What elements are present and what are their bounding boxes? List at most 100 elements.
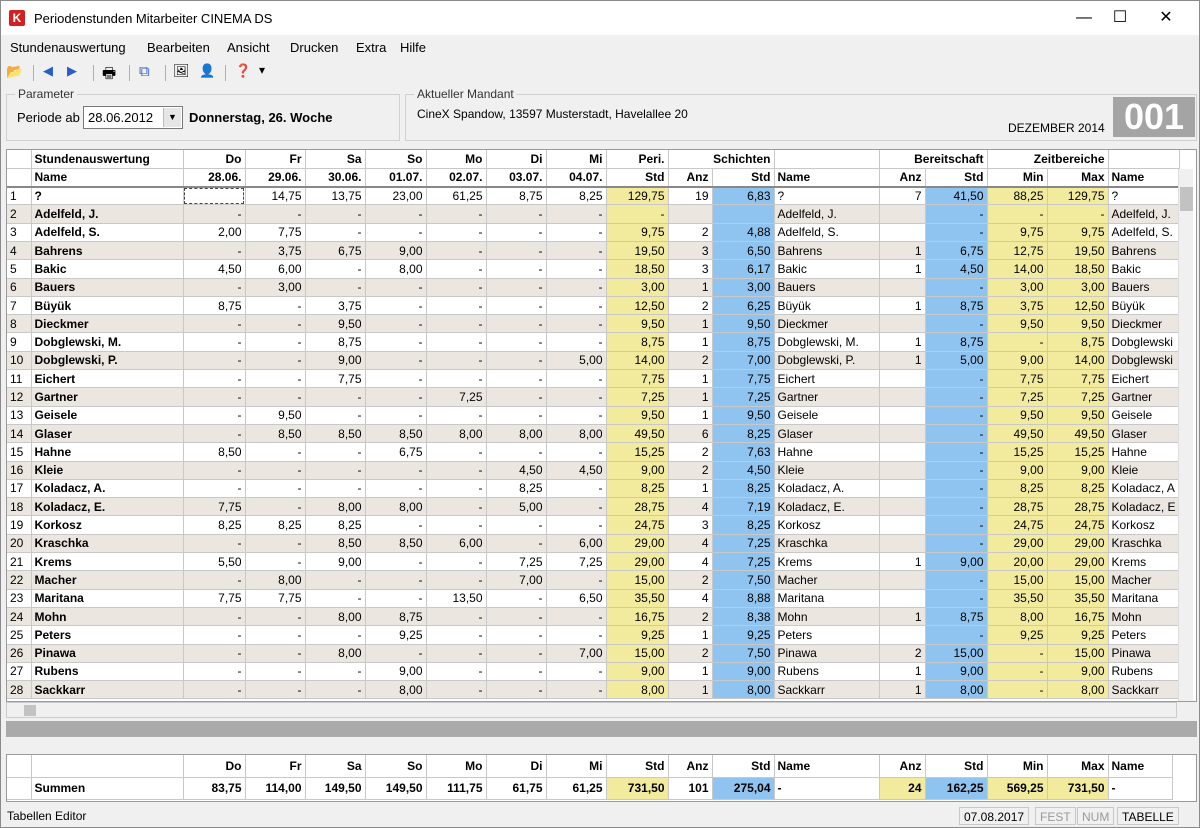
table-cell[interactable]: - <box>546 259 607 279</box>
table-cell[interactable]: 3,00 <box>606 278 669 297</box>
table-cell[interactable]: Büyük <box>774 296 880 316</box>
table-cell[interactable]: - <box>925 497 988 517</box>
table-cell[interactable]: - <box>305 570 366 590</box>
table-cell[interactable]: 129,75 <box>606 186 669 206</box>
table-cell[interactable]: - <box>183 644 246 663</box>
table-cell[interactable]: 8,50 <box>305 424 366 444</box>
column-header[interactable]: 04.07. <box>546 168 607 188</box>
table-cell[interactable]: 5,00 <box>925 351 988 371</box>
table-cell[interactable]: - <box>305 387 366 407</box>
table-cell[interactable]: - <box>486 241 547 261</box>
table-cell[interactable]: 8,25 <box>712 424 775 444</box>
table-cell[interactable]: Peters <box>774 625 880 645</box>
table-cell[interactable]: 7,63 <box>712 442 775 462</box>
table-cell[interactable]: 7,75 <box>1047 369 1109 389</box>
table-row[interactable]: 27 Rubens - - -9,00- - -9,00 1 9,00 Rubens 1 9,00-9… <box>7 662 1180 682</box>
table-cell[interactable]: - <box>546 442 607 462</box>
table-cell[interactable]: 6,50 <box>712 241 775 261</box>
table-cell[interactable]: 4,50 <box>183 259 246 279</box>
employee-name[interactable]: Sackkarr <box>31 680 184 700</box>
table-cell[interactable]: Pinawa <box>1108 644 1180 663</box>
table-row[interactable]: 15 Hahne 8,50- -6,75- - -15,25 2 7,63 Hahne -15,2… <box>7 442 1180 462</box>
table-cell[interactable]: - <box>925 625 988 645</box>
table-cell[interactable]: - <box>365 552 427 572</box>
employee-name[interactable]: Adelfeld, J. <box>31 204 184 224</box>
table-cell[interactable]: - <box>245 204 306 224</box>
table-cell[interactable]: 9,50 <box>606 406 669 425</box>
hours-table[interactable]: Stundenauswertung Do Fr Sa So Mo Di Mi Peri. Schi… <box>6 149 1197 702</box>
table-cell[interactable]: - <box>546 204 607 224</box>
table-cell[interactable]: - <box>426 204 487 224</box>
table-cell[interactable]: - <box>245 314 306 334</box>
forward-arrow-icon[interactable]: ▶ <box>67 63 87 83</box>
table-cell[interactable]: 2 <box>668 607 713 627</box>
table-cell[interactable]: 9,75 <box>987 223 1048 242</box>
table-cell[interactable]: 9,50 <box>712 314 775 334</box>
table-cell[interactable]: - <box>925 204 988 224</box>
table-cell[interactable]: - <box>245 607 306 627</box>
table-cell[interactable]: Bakic <box>774 259 880 279</box>
table-cell[interactable]: Koladacz, A <box>1108 479 1180 499</box>
table-row[interactable]: 20 Kraschka - -8,50 8,50 6,00-6,00 29,00 4 7,25 K… <box>7 534 1180 554</box>
table-cell[interactable] <box>879 424 926 444</box>
table-cell[interactable]: 49,50 <box>606 424 669 444</box>
table-cell[interactable]: - <box>245 534 306 554</box>
table-cell[interactable]: Hahne <box>774 442 880 462</box>
employee-name[interactable]: ? <box>31 186 184 206</box>
table-cell[interactable]: 6,75 <box>925 241 988 261</box>
menu-bearbeiten[interactable]: Bearbeiten <box>147 40 210 55</box>
column-header[interactable]: 03.07. <box>486 168 547 188</box>
table-cell[interactable]: - <box>365 369 427 389</box>
table-cell[interactable]: - <box>486 515 547 535</box>
employee-name[interactable]: Eichert <box>31 369 184 389</box>
table-cell[interactable]: - <box>426 680 487 700</box>
table-cell[interactable]: - <box>486 534 547 554</box>
table-cell[interactable]: - <box>546 515 607 535</box>
employee-name[interactable]: Korkosz <box>31 515 184 535</box>
table-cell[interactable]: - <box>925 461 988 480</box>
table-cell[interactable]: 5,00 <box>546 351 607 371</box>
table-cell[interactable]: - <box>426 662 487 682</box>
table-cell[interactable]: - <box>546 296 607 316</box>
table-cell[interactable]: - <box>426 552 487 572</box>
table-cell[interactable]: Kraschka <box>1108 534 1180 554</box>
menu-extra[interactable]: Extra <box>356 40 386 55</box>
group-header[interactable]: Mo <box>426 150 487 169</box>
table-cell[interactable]: 8,88 <box>712 589 775 608</box>
table-cell[interactable]: 7,25 <box>712 387 775 407</box>
table-row[interactable]: 1? 14,75 13,75 23,00 61,25 8,75 8,25 129,75 19 6,… <box>7 186 1180 206</box>
table-cell[interactable]: - <box>426 369 487 389</box>
table-cell[interactable]: Korkosz <box>774 515 880 535</box>
table-cell[interactable]: - <box>245 497 306 517</box>
table-cell[interactable]: Dobglewski <box>1108 351 1180 371</box>
user-icon[interactable]: 👤 <box>199 63 219 83</box>
employee-name[interactable]: Koladacz, A. <box>31 479 184 499</box>
table-cell[interactable]: - <box>426 406 487 425</box>
table-row[interactable]: 18 Koladacz, E. 7,75-8,00 8,00-5,00-28,75 4 7… <box>7 497 1180 517</box>
table-cell[interactable]: Dobglewski, P. <box>774 351 880 371</box>
table-cell[interactable]: - <box>183 387 246 407</box>
help-icon[interactable]: ❓ <box>235 63 255 83</box>
column-header[interactable]: Min <box>987 168 1048 188</box>
table-cell[interactable]: 88,25 <box>987 186 1048 206</box>
table-cell[interactable]: 9,00 <box>987 461 1048 480</box>
table-cell[interactable]: 19 <box>668 186 713 206</box>
table-cell[interactable]: Maritana <box>1108 589 1180 608</box>
table-cell[interactable]: - <box>365 296 427 316</box>
table-cell[interactable]: 8,75 <box>925 607 988 627</box>
table-cell[interactable]: Kleie <box>1108 461 1180 480</box>
table-cell[interactable]: 7,25 <box>606 387 669 407</box>
table-cell[interactable]: 7,25 <box>486 552 547 572</box>
table-cell[interactable]: 9,00 <box>606 461 669 480</box>
table-cell[interactable]: - <box>486 223 547 242</box>
table-cell[interactable]: - <box>183 534 246 554</box>
table-cell[interactable]: - <box>365 644 427 663</box>
table-cell[interactable]: 4,50 <box>486 461 547 480</box>
table-cell[interactable]: - <box>426 515 487 535</box>
table-cell[interactable]: 7,50 <box>712 570 775 590</box>
table-cell[interactable]: 29,00 <box>606 534 669 554</box>
table-cell[interactable]: 3 <box>668 241 713 261</box>
table-cell[interactable]: - <box>546 332 607 352</box>
table-cell[interactable]: - <box>365 515 427 535</box>
table-cell[interactable]: 28,75 <box>1047 497 1109 517</box>
